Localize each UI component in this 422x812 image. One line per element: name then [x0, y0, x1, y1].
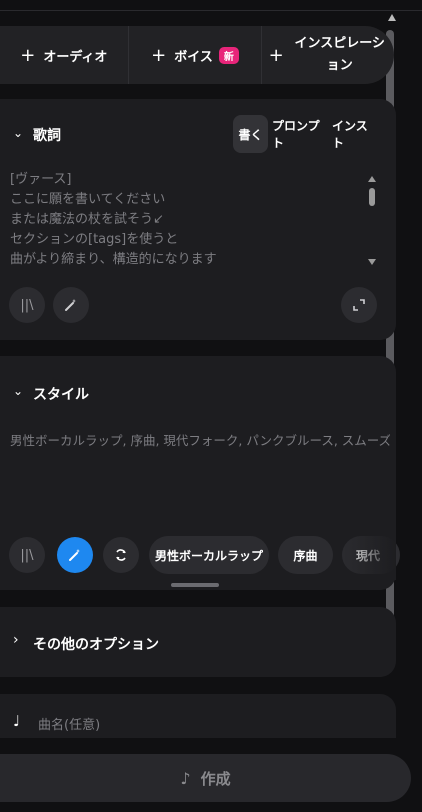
style-title: スタイル	[33, 387, 89, 403]
lyrics-title: 歌詞	[33, 128, 61, 144]
expand-button[interactable]	[341, 287, 377, 323]
mode-write-button[interactable]: 書く	[233, 115, 268, 153]
plus-icon: +	[20, 44, 36, 66]
plus-icon: +	[268, 44, 284, 66]
lyrics-placeholder-line: セクションの[tags]を使うと	[10, 232, 179, 247]
lyrics-scrollbar-thumb[interactable]	[369, 188, 375, 206]
style-chip[interactable]: 男性ボーカルラップ	[149, 536, 269, 574]
tab-voice[interactable]: + ボイス 新	[127, 26, 262, 84]
add-tabs-bar: + オーディオ + ボイス 新 + インスピレーション	[0, 26, 394, 84]
lyrics-placeholder-line: [ヴァース]	[10, 172, 72, 187]
scroll-up-arrow-icon[interactable]	[388, 14, 396, 21]
music-note-icon: ♩	[13, 712, 21, 730]
tab-voice-label: ボイス	[174, 49, 213, 65]
magic-wand-icon	[65, 299, 76, 311]
mode-prompt-button[interactable]: プロンプト	[272, 115, 324, 153]
library-button[interactable]: ||\	[9, 287, 45, 323]
style-input[interactable]: 男性ボーカルラップ, 序曲, 現代フォーク, パンクブルース, スムーズポップ	[10, 430, 390, 449]
plus-icon: +	[151, 44, 167, 66]
tab-inspiration-label: インスピレーション	[294, 36, 385, 73]
create-button-label: 作成	[200, 769, 231, 788]
music-note-sparkle-icon: ♪	[180, 768, 191, 788]
refresh-icon	[116, 549, 126, 561]
tab-audio-label: オーディオ	[43, 49, 108, 65]
lyrics-scroll-up-icon[interactable]	[368, 176, 376, 182]
mode-instrumental-button[interactable]: インスト	[332, 115, 376, 153]
top-divider	[0, 10, 422, 11]
chevron-down-icon[interactable]: ⌄	[13, 384, 23, 398]
lyrics-scroll-down-icon[interactable]	[368, 259, 376, 265]
shuffle-button[interactable]	[103, 537, 139, 573]
style-magic-wand-button[interactable]	[57, 537, 93, 573]
lyrics-placeholder-line: 曲がより締まり、構造的になります	[10, 252, 217, 267]
lyrics-placeholder-line: ここに願を書いてください	[10, 192, 166, 207]
lyrics-input[interactable]: [ヴァース] ここに願を書いてください または魔法の杖を試そう↙ セクションの[…	[10, 170, 355, 270]
app-root: + オーディオ + ボイス 新 + インスピレーション ⌄ 歌詞 書く プロンプ…	[0, 0, 422, 812]
more-options-title: その他のオプション	[33, 637, 159, 653]
create-button[interactable]: ♪ 作成	[0, 754, 411, 802]
chips-fade-overlay	[340, 530, 396, 580]
chevron-down-icon[interactable]: ⌄	[13, 126, 23, 140]
song-name-input[interactable]: 曲名(任意)	[38, 714, 100, 733]
expand-icon	[353, 299, 365, 311]
library-icon: ||\	[20, 297, 34, 313]
style-library-button[interactable]: ||\	[9, 537, 45, 573]
tab-audio[interactable]: + オーディオ	[0, 26, 128, 84]
magic-wand-button[interactable]	[53, 287, 89, 323]
style-chip[interactable]: 序曲	[278, 536, 333, 574]
tab-inspiration[interactable]: + インスピレーション	[261, 26, 394, 84]
new-badge: 新	[218, 46, 239, 64]
magic-wand-icon	[69, 549, 80, 561]
library-icon: ||\	[20, 547, 34, 563]
lyrics-placeholder-line: または魔法の杖を試そう↙	[10, 212, 164, 227]
resize-handle[interactable]	[171, 583, 219, 587]
chevron-right-icon: ›	[13, 632, 19, 648]
